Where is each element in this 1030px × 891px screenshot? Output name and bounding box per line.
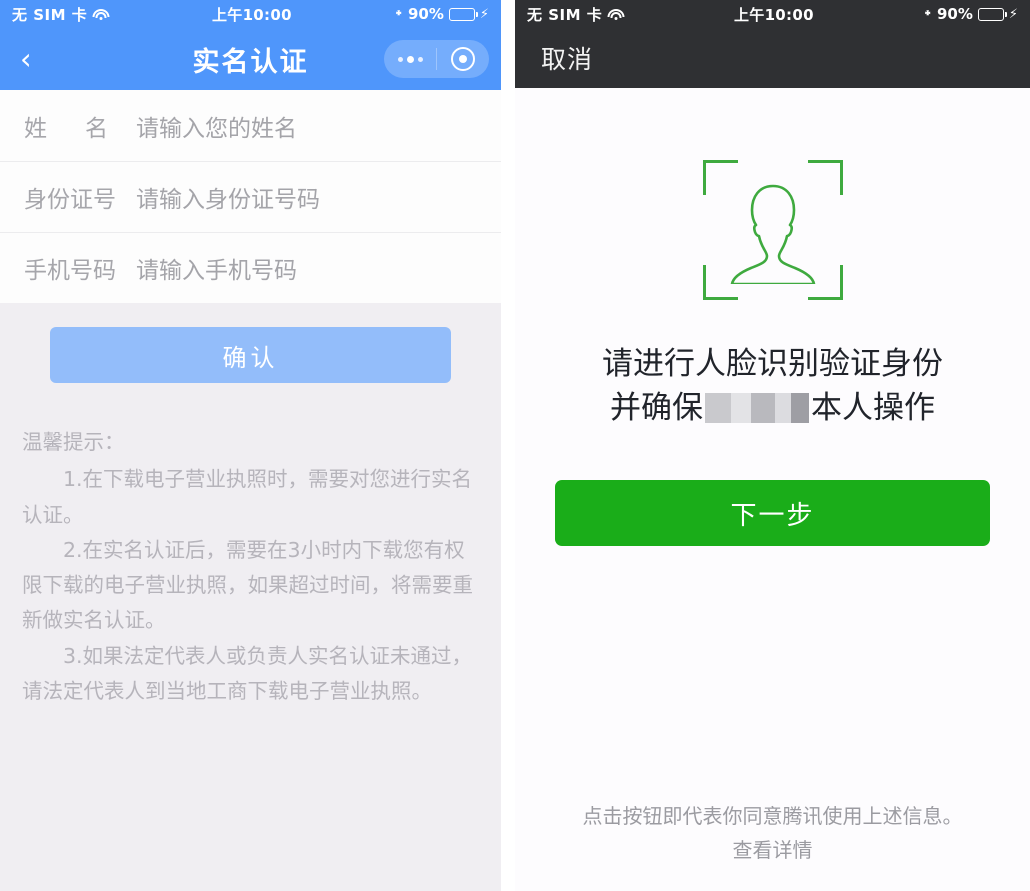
- lightning-bolt-icon: ⚡: [479, 6, 489, 22]
- name-field-label: 姓 名: [24, 109, 136, 143]
- next-step-button[interactable]: 下一步: [555, 480, 990, 547]
- agreement-text: 点击按钮即代表你同意腾讯使用上述信息。: [582, 804, 963, 828]
- face-icon-container: [515, 88, 1030, 300]
- screen-divider: [501, 0, 515, 891]
- face-scan-icon: [702, 160, 843, 300]
- battery-percent-label: 90%: [407, 5, 444, 23]
- name-input[interactable]: 请输入您的姓名: [136, 109, 297, 143]
- battery-icon: [977, 7, 1007, 21]
- status-bar-clock-right: 上午10:00: [733, 5, 814, 24]
- form-row-name[interactable]: 姓 名 请输入您的姓名: [0, 90, 501, 161]
- chevron-left-icon[interactable]: ‹: [12, 44, 52, 74]
- target-circle-icon[interactable]: [437, 47, 489, 71]
- instruction-suffix: 本人操作: [811, 390, 935, 427]
- carrier-label-right: 无 SIM 卡: [527, 5, 603, 24]
- wifi-icon: [607, 8, 625, 21]
- status-bar-left-group: 无 SIM 卡: [12, 4, 110, 25]
- tips-item-1: 1.在下载电子营业执照时，需要对您进行实名认证。: [22, 467, 473, 527]
- status-bar-right-group-right: ᛭ 90% ⚡: [924, 5, 1018, 23]
- identity-form: 姓 名 请输入您的姓名 身份证号 请输入身份证号码 手机号码 请输入手机号码: [0, 90, 501, 303]
- right-phone-screen: 无 SIM 卡 上午10:00 ᛭ 90% ⚡ 取消 请进行人脸识别验证身份 并…: [515, 0, 1030, 891]
- phone-input[interactable]: 请输入手机号码: [136, 251, 297, 285]
- tips-title: 温馨提示：: [22, 430, 125, 454]
- carrier-label: 无 SIM 卡: [12, 5, 88, 24]
- battery-icon: [448, 7, 478, 21]
- view-detail-link[interactable]: 查看详情: [515, 833, 1030, 867]
- status-bar-right-group: ᛭ 90% ⚡: [395, 5, 489, 23]
- left-phone-screen: 无 SIM 卡 上午10:00 ᛭ 90% ⚡ ‹ 实名认证 姓 名 请输入您的…: [0, 0, 501, 891]
- status-bar-clock: 上午10:00: [211, 5, 292, 24]
- tips-section: 温馨提示： 1.在下载电子营业执照时，需要对您进行实名认证。 2.在实名认证后，…: [0, 383, 501, 709]
- bluetooth-icon: ᛭: [394, 6, 403, 22]
- right-status-bar: 无 SIM 卡 上午10:00 ᛭ 90% ⚡: [515, 0, 1030, 28]
- confirm-button-container: 确认: [0, 303, 501, 383]
- battery-percent-label-right: 90%: [936, 5, 973, 23]
- form-row-id-number[interactable]: 身份证号 请输入身份证号码: [0, 161, 501, 232]
- id-field-label: 身份证号: [24, 186, 116, 213]
- wifi-icon: [92, 8, 110, 21]
- bluetooth-icon: ᛭: [923, 6, 932, 22]
- cancel-button[interactable]: 取消: [541, 40, 593, 76]
- tips-item-3: 3.如果法定代表人或负责人实名认证未通过，请法定代表人到当地工商下载电子营业执照…: [22, 643, 473, 703]
- instruction-line-2: 并确保 本人操作: [515, 386, 1030, 430]
- tips-item-2: 2.在实名认证后，需要在3小时内下载您有权限下载的电子营业执照，如果超过时间，将…: [22, 537, 473, 633]
- instruction-prefix: 并确保: [610, 390, 703, 427]
- mosaic-redaction: [705, 393, 809, 424]
- next-button-container: 下一步: [515, 430, 1030, 547]
- name-label-char-1: 姓: [24, 115, 47, 142]
- dual-screenshot-container: 无 SIM 卡 上午10:00 ᛭ 90% ⚡ ‹ 实名认证 姓 名 请输入您的…: [0, 0, 1030, 891]
- phone-field-label: 手机号码: [24, 257, 116, 284]
- more-dots-icon[interactable]: [384, 55, 436, 63]
- instruction-line-1: 请进行人脸识别验证身份: [602, 346, 943, 382]
- left-navbar: ‹ 实名认证: [0, 28, 501, 90]
- lightning-bolt-icon: ⚡: [1008, 6, 1018, 22]
- face-instruction-text: 请进行人脸识别验证身份 并确保 本人操作: [515, 342, 1030, 430]
- footer-agreement: 点击按钮即代表你同意腾讯使用上述信息。 查看详情: [515, 799, 1030, 867]
- id-number-input[interactable]: 请输入身份证号码: [136, 180, 320, 214]
- confirm-button[interactable]: 确认: [50, 327, 451, 383]
- form-row-phone[interactable]: 手机号码 请输入手机号码: [0, 232, 501, 303]
- status-bar-left-group-right: 无 SIM 卡: [527, 4, 625, 25]
- name-label-char-2: 名: [85, 115, 108, 142]
- right-topbar: 取消: [515, 28, 1030, 88]
- left-status-bar: 无 SIM 卡 上午10:00 ᛭ 90% ⚡: [0, 0, 501, 28]
- wechat-capsule: [384, 40, 489, 78]
